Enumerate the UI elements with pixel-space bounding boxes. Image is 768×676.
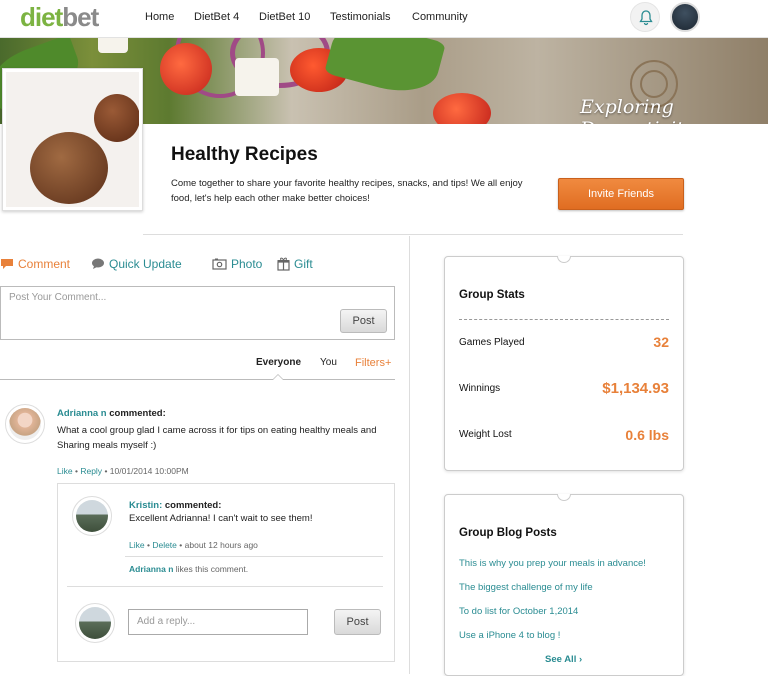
energy-ball xyxy=(30,132,108,204)
nav-dietbet-4[interactable]: DietBet 4 xyxy=(194,11,239,23)
reply-likes-name[interactable]: Adrianna n xyxy=(129,564,173,574)
tab-gift[interactable]: Gift xyxy=(277,257,313,271)
photo-icon xyxy=(212,258,227,270)
commenter-avatar[interactable] xyxy=(5,404,45,444)
nav-testimonials[interactable]: Testimonials xyxy=(330,11,391,23)
user-avatar[interactable] xyxy=(670,2,700,32)
group-stats-panel: Group Stats Games Played 32 Winnings $1,… xyxy=(444,256,684,471)
reply-author[interactable]: Kristin: xyxy=(129,500,162,511)
group-blog-panel: Group Blog Posts This is why you prep yo… xyxy=(444,494,684,676)
tab-gift-label: Gift xyxy=(294,257,313,271)
group-description: Come together to share your favorite hea… xyxy=(171,178,523,204)
post-button[interactable]: Post xyxy=(340,309,387,333)
divider xyxy=(143,234,683,235)
reply-post-button[interactable]: Post xyxy=(334,609,381,635)
reply-timestamp: about 12 hours ago xyxy=(184,540,258,550)
current-user-avatar xyxy=(75,603,115,643)
stat-label-weight-lost: Weight Lost xyxy=(459,429,512,440)
panel-notch xyxy=(557,256,571,263)
group-title: Healthy Recipes xyxy=(171,144,318,165)
nav-community[interactable]: Community xyxy=(412,11,468,23)
tab-photo-label: Photo xyxy=(231,257,263,271)
comment-author[interactable]: Adrianna n xyxy=(57,408,107,419)
banner-tomato xyxy=(160,43,212,95)
blog-post-link[interactable]: To do list for October 1,2014 xyxy=(459,606,578,617)
reply-input[interactable]: Add a reply... xyxy=(128,609,308,635)
filter-divider xyxy=(0,379,395,380)
comment-action: commented: xyxy=(109,408,166,419)
reply-placeholder: Add a reply... xyxy=(137,616,196,627)
logo-diet: diet xyxy=(20,2,63,32)
reply-like-link[interactable]: Like xyxy=(129,540,145,550)
panel-notch xyxy=(557,494,571,501)
blog-post-link[interactable]: Use a iPhone 4 to blog ! xyxy=(459,630,560,641)
group-blog-title: Group Blog Posts xyxy=(459,527,557,539)
notifications-button[interactable] xyxy=(630,2,660,32)
stats-divider xyxy=(459,319,669,320)
banner-cheese xyxy=(98,38,128,53)
comment-icon xyxy=(1,259,13,269)
group-photo-image xyxy=(6,72,139,207)
tab-photo[interactable]: Photo xyxy=(212,257,262,271)
gift-icon xyxy=(277,257,290,271)
energy-ball xyxy=(94,94,139,142)
comment-placeholder: Post Your Comment... xyxy=(9,292,107,303)
filter-you[interactable]: You xyxy=(320,357,337,368)
see-all-link[interactable]: See All › xyxy=(545,654,582,665)
comment-like-link[interactable]: Like xyxy=(57,466,73,476)
nav-dietbet-10[interactable]: DietBet 10 xyxy=(259,11,310,23)
comment-reply-link[interactable]: Reply xyxy=(80,466,102,476)
dietbet-logo[interactable]: dietbet xyxy=(20,2,99,33)
bell-icon xyxy=(639,10,653,26)
banner-script-text: Exploring Domesticity xyxy=(580,96,694,124)
banner-wood-knot xyxy=(640,70,668,98)
banner-cheese xyxy=(235,58,279,96)
banner-leaf xyxy=(324,38,446,102)
tab-comment[interactable]: Comment xyxy=(0,257,70,271)
reply-likes: Adrianna n likes this comment. xyxy=(129,564,248,574)
comment-header: Adrianna n commented: xyxy=(57,406,387,421)
tab-comment-label: Comment xyxy=(18,257,71,271)
comment-input[interactable]: Post Your Comment... xyxy=(0,286,395,340)
active-filter-indicator xyxy=(272,374,284,380)
reply-meta: Like • Delete • about 12 hours ago xyxy=(129,540,258,550)
comment-meta: Like • Reply • 10/01/2014 10:00PM xyxy=(57,466,189,476)
reply-likes-text: likes this comment. xyxy=(175,564,249,574)
stat-value-winnings: $1,134.93 xyxy=(602,380,669,397)
tab-quick-update-label: Quick Update xyxy=(109,257,182,271)
stat-value-weight-lost: 0.6 lbs xyxy=(625,427,669,443)
logo-bet: bet xyxy=(62,2,99,32)
top-nav: dietbet Home DietBet 4 DietBet 10 Testim… xyxy=(0,0,768,38)
nav-home[interactable]: Home xyxy=(145,11,174,23)
stat-value-games-played: 32 xyxy=(653,334,669,350)
reply-text: Excellent Adrianna! I can't wait to see … xyxy=(129,513,313,524)
invite-friends-button[interactable]: Invite Friends xyxy=(558,178,684,210)
reply-divider xyxy=(67,586,383,587)
stat-label-games-played: Games Played xyxy=(459,337,525,348)
tab-quick-update[interactable]: Quick Update xyxy=(91,257,182,271)
blog-post-link[interactable]: The biggest challenge of my life xyxy=(459,582,593,593)
speech-bubble-icon xyxy=(92,258,104,269)
banner-tomato xyxy=(433,93,491,124)
reply-delete-link[interactable]: Delete xyxy=(152,540,177,550)
group-photo xyxy=(2,68,143,211)
reply-action: commented: xyxy=(164,500,222,511)
reply-divider xyxy=(125,556,383,557)
filter-everyone[interactable]: Everyone xyxy=(256,357,301,368)
blog-post-link[interactable]: This is why you prep your meals in advan… xyxy=(459,558,646,569)
stat-label-winnings: Winnings xyxy=(459,383,501,394)
group-stats-title: Group Stats xyxy=(459,289,525,301)
comment-text: What a cool group glad I came across it … xyxy=(57,425,377,451)
filters-button[interactable]: Filters+ xyxy=(355,357,391,369)
comment-timestamp: 10/01/2014 10:00PM xyxy=(109,466,189,476)
reply-author-avatar[interactable] xyxy=(72,496,112,536)
